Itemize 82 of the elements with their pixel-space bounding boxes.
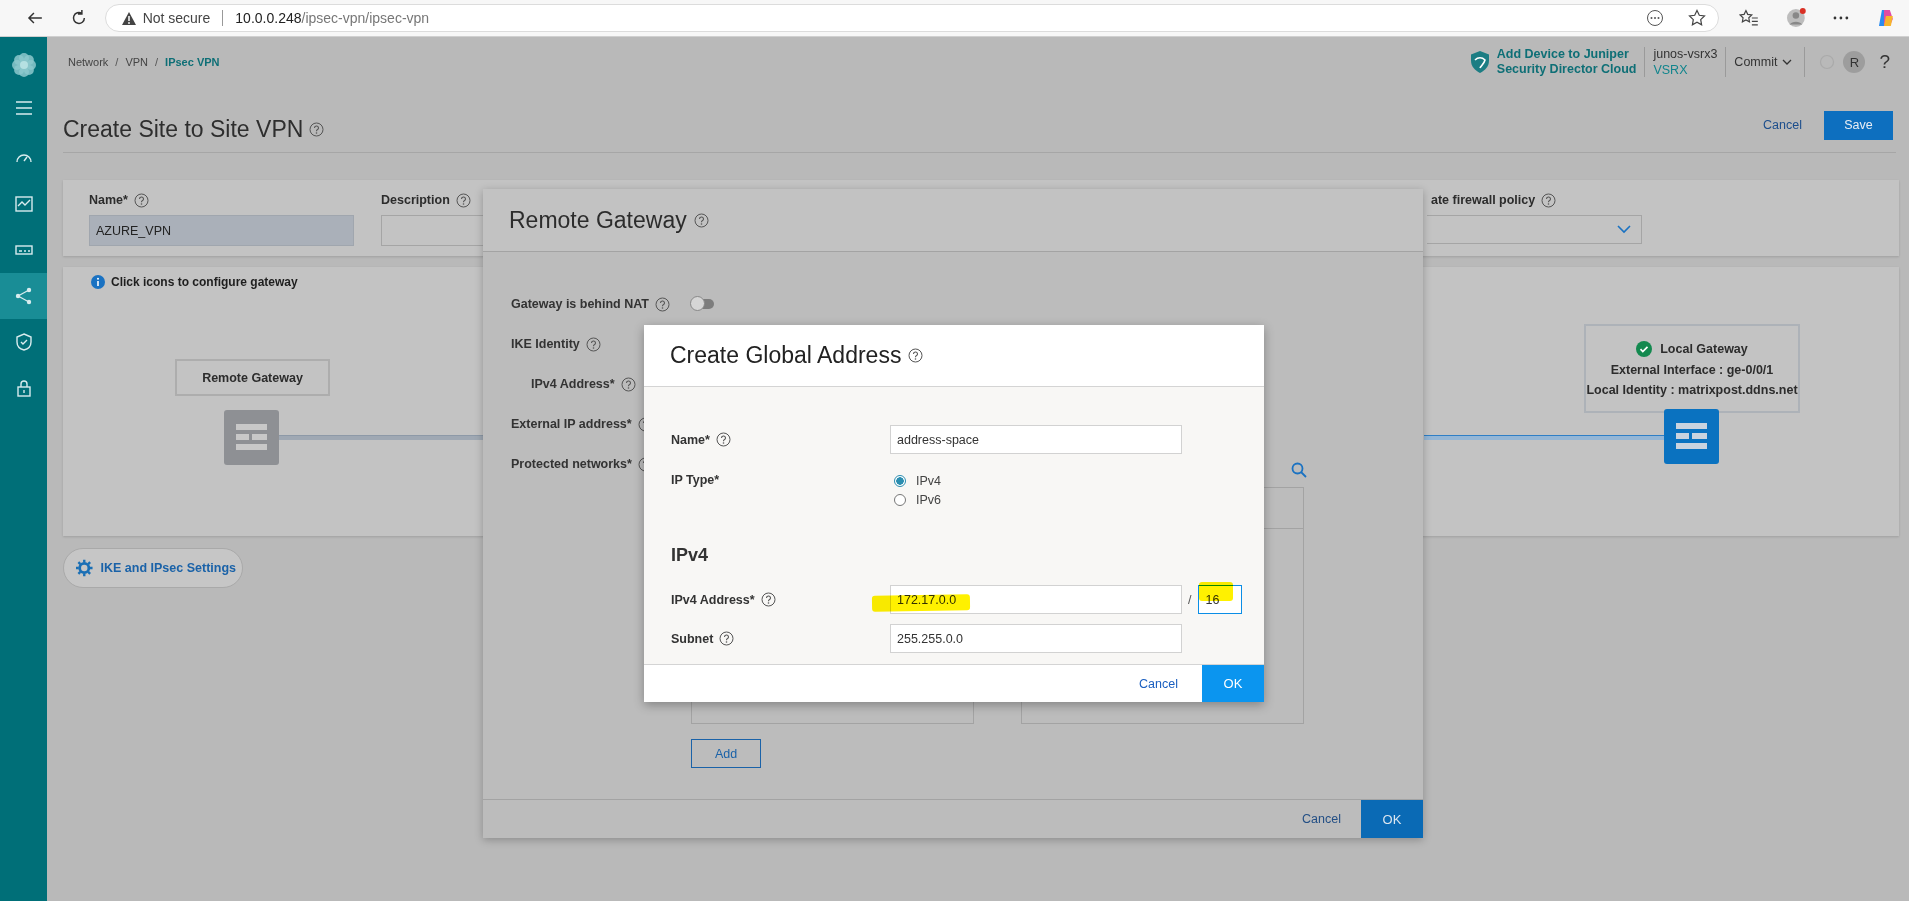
share-icon (13, 286, 34, 306)
help-icon[interactable] (133, 192, 149, 208)
chevron-icon (1617, 225, 1631, 234)
gateway-detail: External Interface : ge-0/0/1 (1610, 362, 1774, 377)
field-label: IPv4 Address* (531, 377, 615, 391)
subnet-field[interactable]: 255.255.0.0 (890, 624, 1182, 653)
url-text: 10.0.0.248/ipsec-vpn/ipsec-vpn (235, 10, 430, 26)
help-icon[interactable] (655, 296, 670, 312)
device-name: junos-vsrx3 (1653, 46, 1718, 62)
firewall-icon[interactable] (1664, 409, 1719, 464)
breadcrumb-separator: / (155, 56, 159, 68)
help-icon[interactable] (620, 376, 636, 392)
field-label: ate firewall policy (1431, 193, 1536, 207)
profile-icon[interactable] (1784, 7, 1807, 29)
radio-option[interactable]: IPv4 (894, 471, 941, 490)
field-label: IPv4 Address* (671, 592, 755, 607)
toggle-switch[interactable] (692, 299, 714, 309)
security-label: Not secure (142, 10, 211, 26)
help-icon[interactable] (585, 336, 601, 352)
help-icon[interactable] (715, 432, 731, 447)
add-button[interactable]: Add (691, 739, 761, 768)
field-label: IKE Identity (511, 337, 580, 351)
section-heading: IPv4 (671, 545, 710, 567)
gateway-detail: Local Identity : matrixpost.ddns.net (1586, 382, 1798, 397)
help-icon[interactable] (908, 348, 924, 363)
hint-text: Click icons to configure gateway (111, 275, 298, 289)
breadcrumb-separator: / (115, 56, 119, 68)
help-icon[interactable] (455, 192, 471, 208)
help-icon[interactable] (1541, 192, 1557, 208)
name-field[interactable]: address-space (890, 425, 1182, 454)
help-link[interactable]: ? (1879, 51, 1890, 73)
gateway-title: Local Gateway (1660, 341, 1748, 356)
cancel-button[interactable]: Cancel (1763, 118, 1802, 132)
help-icon[interactable] (309, 121, 325, 137)
sidebar-item[interactable] (0, 273, 47, 319)
info-icon (91, 275, 105, 289)
copilot-icon[interactable] (1876, 8, 1896, 28)
save-button[interactable]: Save (1824, 110, 1893, 140)
flower-logo-icon (9, 51, 38, 79)
help-icon[interactable] (760, 592, 776, 607)
radio-button[interactable] (894, 474, 906, 487)
radio-button[interactable] (894, 493, 906, 506)
ok-button[interactable]: OK (1202, 665, 1264, 702)
shield-icon (13, 332, 34, 352)
field-label: Name* (89, 193, 128, 207)
chart-icon (13, 194, 34, 214)
settings-button[interactable]: IKE and IPsec Settings (63, 548, 243, 588)
search-icon[interactable] (1291, 462, 1307, 478)
field-label: Gateway is behind NAT (511, 297, 649, 311)
field-label: External IP address* (511, 417, 632, 431)
star-icon[interactable] (1687, 9, 1706, 27)
address-bar[interactable]: Not secure 10.0.0.248/ipsec-vpn/ipsec-vpn (104, 4, 1719, 32)
field-label: Subnet (671, 631, 714, 646)
ok-button[interactable]: OK (1361, 800, 1423, 838)
name-field[interactable]: AZURE_VPN (89, 215, 354, 246)
cancel-button[interactable]: Cancel (1302, 812, 1341, 826)
caret-icon (1782, 59, 1793, 65)
more-options-icon[interactable] (1645, 9, 1664, 27)
dialog-title: Create Global Address (670, 342, 902, 369)
separator-text: / (1188, 592, 1192, 607)
favorites-icon[interactable] (1738, 9, 1759, 27)
device-model: VSRX (1653, 62, 1689, 78)
gateway-info-box[interactable]: Local Gateway External Interface : ge-0/0/1 Local Identity : matrixpost.ddns.net (1584, 324, 1800, 413)
breadcrumb-link[interactable]: VPN (125, 56, 149, 68)
help-icon[interactable] (693, 212, 709, 228)
user-avatar[interactable]: R (1843, 51, 1866, 73)
field-label: Name* (671, 432, 710, 447)
page-title: Create Site to Site VPN (63, 115, 304, 143)
help-icon[interactable] (719, 631, 735, 646)
dialog-title: Remote Gateway (509, 206, 687, 234)
breadcrumb-link[interactable]: Network (68, 56, 109, 68)
gateway-label[interactable]: Remote Gateway (175, 359, 330, 396)
warning-icon (120, 10, 137, 26)
menu-icon (13, 98, 34, 118)
field-label: IP Type* (671, 473, 720, 487)
cancel-button[interactable]: Cancel (1139, 665, 1178, 702)
commit-menu[interactable]: Commit (1734, 55, 1797, 69)
gear-icon (76, 559, 93, 577)
field-label: Description (381, 193, 450, 207)
radio-option[interactable]: IPv6 (894, 490, 941, 509)
field-label: Protected networks* (511, 457, 632, 471)
shield-logo-icon[interactable] (1468, 50, 1491, 74)
